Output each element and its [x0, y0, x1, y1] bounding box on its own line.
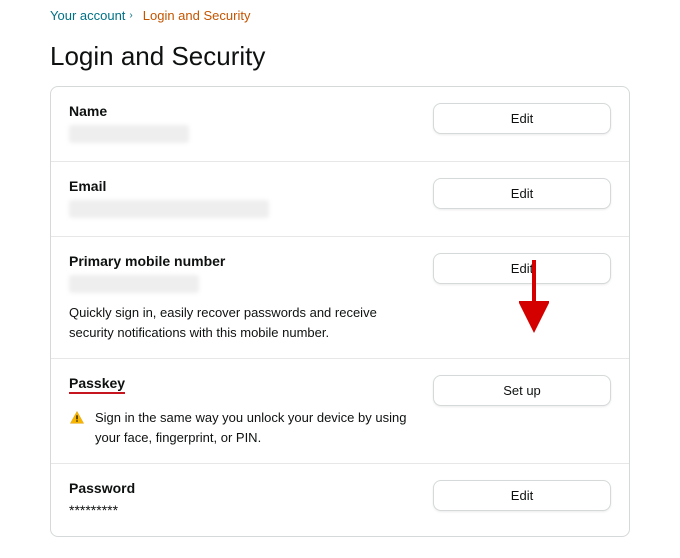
- row-mobile: Primary mobile number Quickly sign in, e…: [51, 237, 629, 359]
- breadcrumb-current: Login and Security: [143, 8, 251, 23]
- settings-card: Name Edit Email Edit Primary mobile numb…: [50, 86, 630, 537]
- password-label: Password: [69, 480, 417, 496]
- row-email: Email Edit: [51, 162, 629, 237]
- email-label: Email: [69, 178, 417, 194]
- mobile-value: [69, 275, 199, 293]
- password-value: *********: [69, 502, 417, 518]
- edit-mobile-button[interactable]: Edit: [433, 253, 611, 284]
- email-value: [69, 200, 269, 218]
- edit-email-button[interactable]: Edit: [433, 178, 611, 209]
- row-password: Password ********* Edit: [51, 464, 629, 536]
- name-label: Name: [69, 103, 417, 119]
- breadcrumb-parent-link[interactable]: Your account: [50, 8, 125, 23]
- warning-icon: [69, 410, 85, 426]
- mobile-help-text: Quickly sign in, easily recover password…: [69, 303, 417, 342]
- edit-password-button[interactable]: Edit: [433, 480, 611, 511]
- name-value: [69, 125, 189, 143]
- setup-passkey-button[interactable]: Set up: [433, 375, 611, 406]
- passkey-label: Passkey: [69, 375, 125, 394]
- row-name: Name Edit: [51, 87, 629, 162]
- edit-name-button[interactable]: Edit: [433, 103, 611, 134]
- page-title: Login and Security: [50, 41, 630, 72]
- row-passkey: Passkey Sign in the same way you unlock …: [51, 359, 629, 464]
- chevron-right-icon: ›: [129, 10, 132, 21]
- passkey-help-text: Sign in the same way you unlock your dev…: [95, 408, 417, 447]
- breadcrumb: Your account › Login and Security: [50, 8, 630, 23]
- mobile-label: Primary mobile number: [69, 253, 417, 269]
